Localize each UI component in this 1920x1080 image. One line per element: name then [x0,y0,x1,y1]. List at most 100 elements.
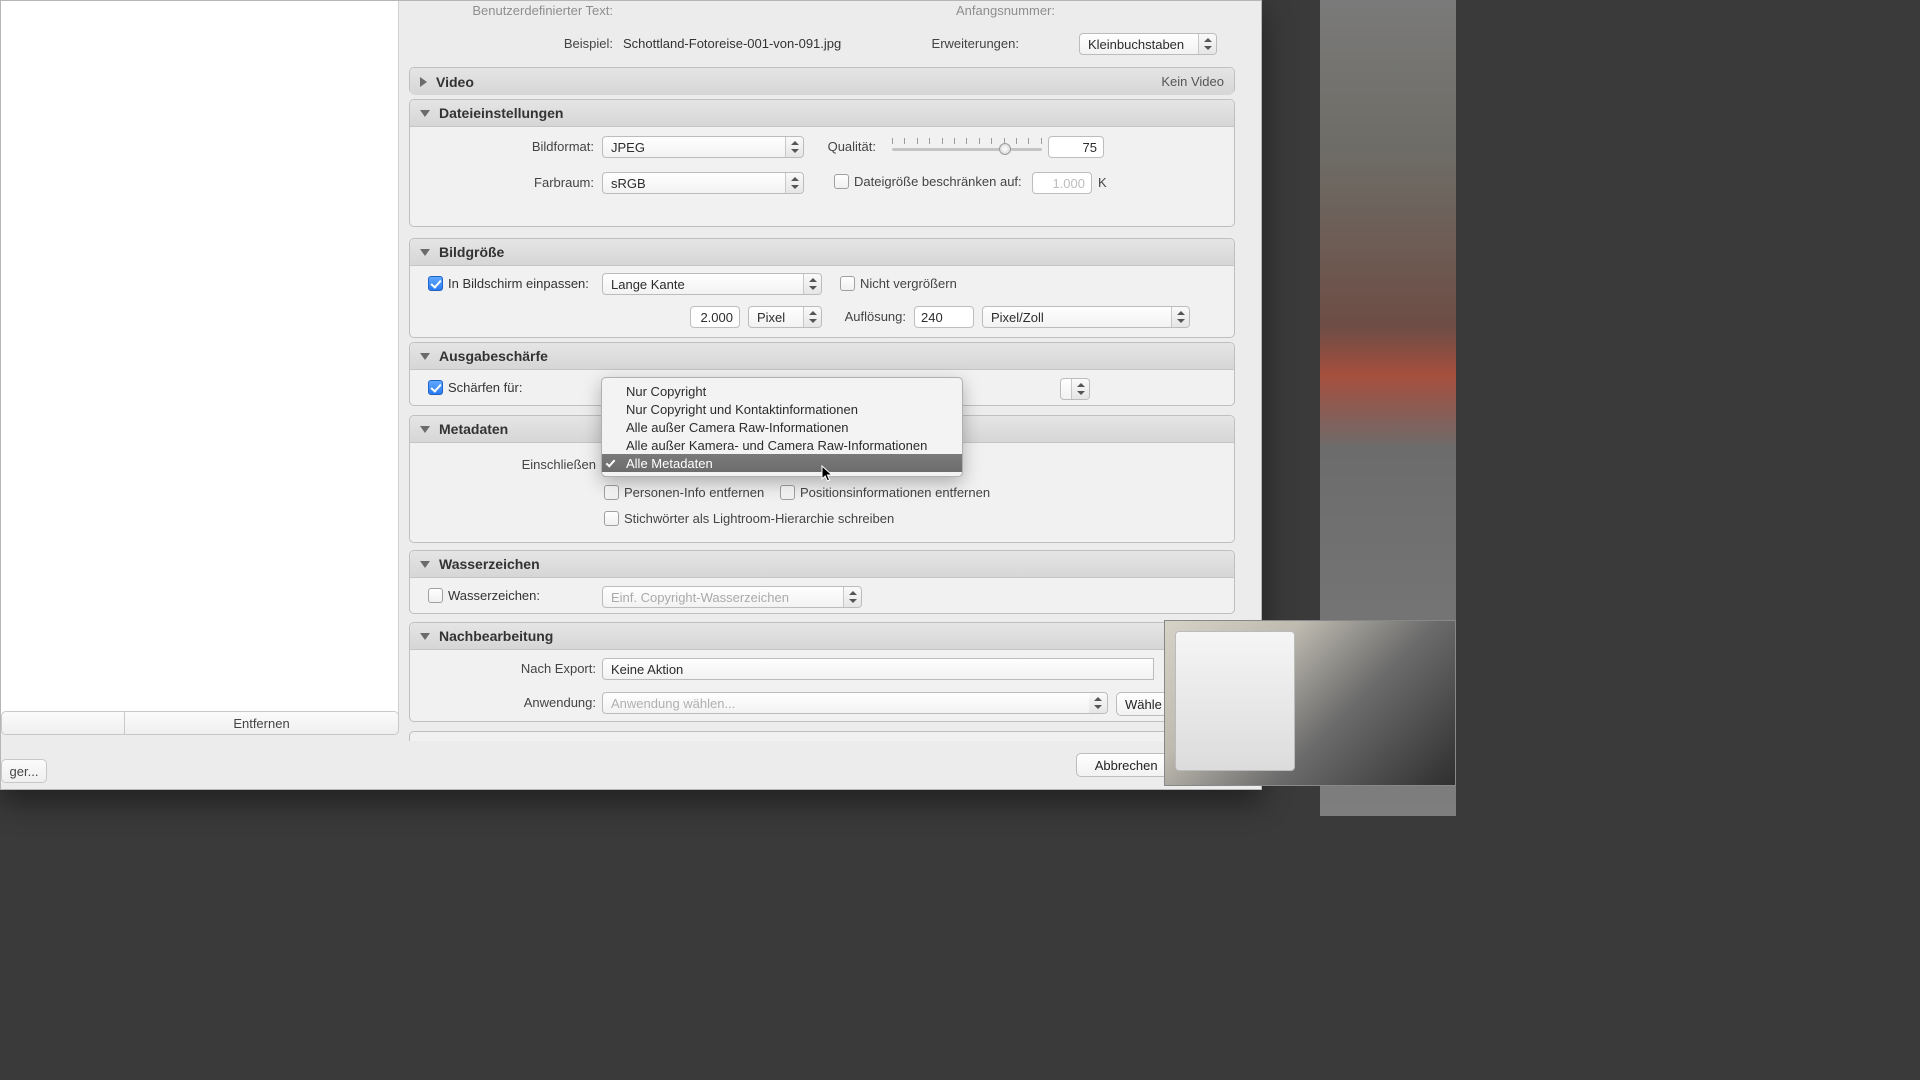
chevron-updown-icon [785,173,803,193]
file-settings-title: Dateieinstellungen [439,105,563,121]
metadata-title: Metadaten [439,421,508,437]
start-number-label: Anfangsnummer: [925,3,1055,18]
colorspace-select[interactable]: sRGB [602,172,804,194]
disclosure-down-icon [420,110,430,117]
image-format-select[interactable]: JPEG [602,136,804,158]
metadata-include-label: Einschließen [410,457,596,472]
limit-filesize-input[interactable]: 1.000 [1032,172,1092,194]
cancel-button[interactable]: Abbrechen [1076,753,1177,777]
video-status: Kein Video [1161,74,1224,89]
fit-mode-select[interactable]: Lange Kante [602,273,822,295]
mouse-cursor-icon [821,465,835,483]
after-export-value: Keine Aktion [611,662,683,677]
metadata-option-copyright[interactable]: Nur Copyright [602,382,962,400]
disclosure-down-icon [420,353,430,360]
no-enlarge-checkbox[interactable] [840,276,855,291]
chevron-updown-icon [785,137,803,157]
postprocessing-header[interactable]: Nachbearbeitung [410,623,1168,650]
extensions-select[interactable]: Kleinbuchstaben [1079,33,1217,55]
metadata-option-except-raw[interactable]: Alle außer Camera Raw-Informationen [602,418,962,436]
image-format-label: Bildformat: [410,139,594,154]
resolution-input[interactable]: 240 [914,306,974,328]
postprocessing-title: Nachbearbeitung [439,628,553,644]
fit-screen-checkbox[interactable] [428,276,443,291]
metadata-include-popup[interactable]: Nur Copyright Nur Copyright und Kontakti… [601,377,963,477]
watermark-header[interactable]: Wasserzeichen [410,551,1234,578]
remove-person-label: Personen-Info entfernen [624,485,764,500]
metadata-option-all[interactable]: Alle Metadaten [602,454,962,472]
example-label: Beispiel: [533,36,613,51]
extensions-value: Kleinbuchstaben [1088,37,1184,52]
resolution-unit-value: Pixel/Zoll [991,310,1044,325]
sharpen-for-checkbox[interactable] [428,380,443,395]
chevron-updown-icon [1071,379,1089,399]
size-unit-value: Pixel [757,310,785,325]
custom-text-label: Benutzerdefinierter Text: [449,3,613,18]
sharpen-title: Ausgabeschärfe [439,348,548,364]
watermark-preset-select[interactable]: Einf. Copyright-Wasserzeichen [602,586,862,608]
plugin-manager-button[interactable]: ger... [1,759,47,783]
watermark-title: Wasserzeichen [439,556,540,572]
size-unit-select[interactable]: Pixel [748,306,822,328]
extensions-label: Erweiterungen: [919,36,1019,51]
after-export-select[interactable]: Keine Aktion [602,658,1154,680]
no-enlarge-label: Nicht vergrößern [860,276,957,291]
chevron-updown-icon [803,307,821,327]
export-dialog: Entfernen ger... Benutzerdefinierter Tex… [0,0,1262,790]
watermark-label: Wasserzeichen: [448,588,540,603]
watermark-checkbox[interactable] [428,588,443,603]
metadata-option-copyright-contact[interactable]: Nur Copyright und Kontaktinformationen [602,400,962,418]
quality-input[interactable]: 75 [1048,136,1104,158]
sharpen-header[interactable]: Ausgabeschärfe [410,343,1234,370]
disclosure-down-icon [420,633,430,640]
colorspace-label: Farbraum: [410,175,594,190]
preset-sidebar: Entfernen ger... [1,1,399,789]
application-select[interactable]: Anwendung wählen... [602,692,1108,714]
sharpen-amount-select[interactable] [1060,378,1090,400]
video-section-header[interactable]: Video Kein Video [410,68,1234,95]
disclosure-down-icon [420,426,430,433]
chevron-down-icon [1089,693,1107,713]
checkmark-icon [606,457,616,467]
remove-preset-button[interactable]: Entfernen [125,711,399,735]
choose-app-button[interactable]: Wähle [1116,692,1171,716]
disclosure-down-icon [420,561,430,568]
fit-screen-label: In Bildschirm einpassen: [448,276,589,291]
resolution-label: Auflösung: [826,309,906,324]
image-size-title: Bildgröße [439,244,504,260]
fit-mode-value: Lange Kante [611,277,685,292]
keywords-hierarchy-label: Stichwörter als Lightroom-Hierarchie sch… [624,511,894,526]
limit-filesize-unit: K [1098,175,1107,190]
chevron-updown-icon [843,587,861,607]
keywords-hierarchy-checkbox[interactable] [604,511,619,526]
webcam-overlay [1164,620,1456,786]
example-filename: Schottland-Fotoreise-001-von-091.jpg [623,36,841,51]
preset-list[interactable] [1,1,399,715]
file-settings-header[interactable]: Dateieinstellungen [410,100,1234,127]
image-size-header[interactable]: Bildgröße [410,239,1234,266]
chevron-updown-icon [803,274,821,294]
resolution-unit-select[interactable]: Pixel/Zoll [982,306,1190,328]
application-label: Anwendung: [410,695,596,710]
limit-filesize-label: Dateigröße beschränken auf: [854,174,1022,189]
webcam-monitor-shape [1175,631,1295,771]
video-section-title: Video [436,74,474,90]
settings-panel: Benutzerdefinierter Text: Anfangsnummer:… [409,1,1245,741]
size-value-input[interactable]: 2.000 [690,306,740,328]
remove-location-checkbox[interactable] [780,485,795,500]
chevron-updown-icon [1198,34,1216,54]
disclosure-right-icon [420,77,427,87]
quality-label: Qualität: [808,139,876,154]
add-preset-button[interactable] [1,711,125,735]
remove-location-label: Positionsinformationen entfernen [800,485,990,500]
remove-person-checkbox[interactable] [604,485,619,500]
limit-filesize-checkbox[interactable] [834,174,849,189]
chevron-updown-icon [1171,307,1189,327]
disclosure-down-icon [420,249,430,256]
after-export-label: Nach Export: [410,661,596,676]
watermark-preset-value: Einf. Copyright-Wasserzeichen [611,590,789,605]
application-placeholder: Anwendung wählen... [611,696,735,711]
metadata-option-except-camera-raw[interactable]: Alle außer Kamera- und Camera Raw-Inform… [602,436,962,454]
quality-slider[interactable] [892,135,1042,157]
image-format-value: JPEG [611,140,645,155]
